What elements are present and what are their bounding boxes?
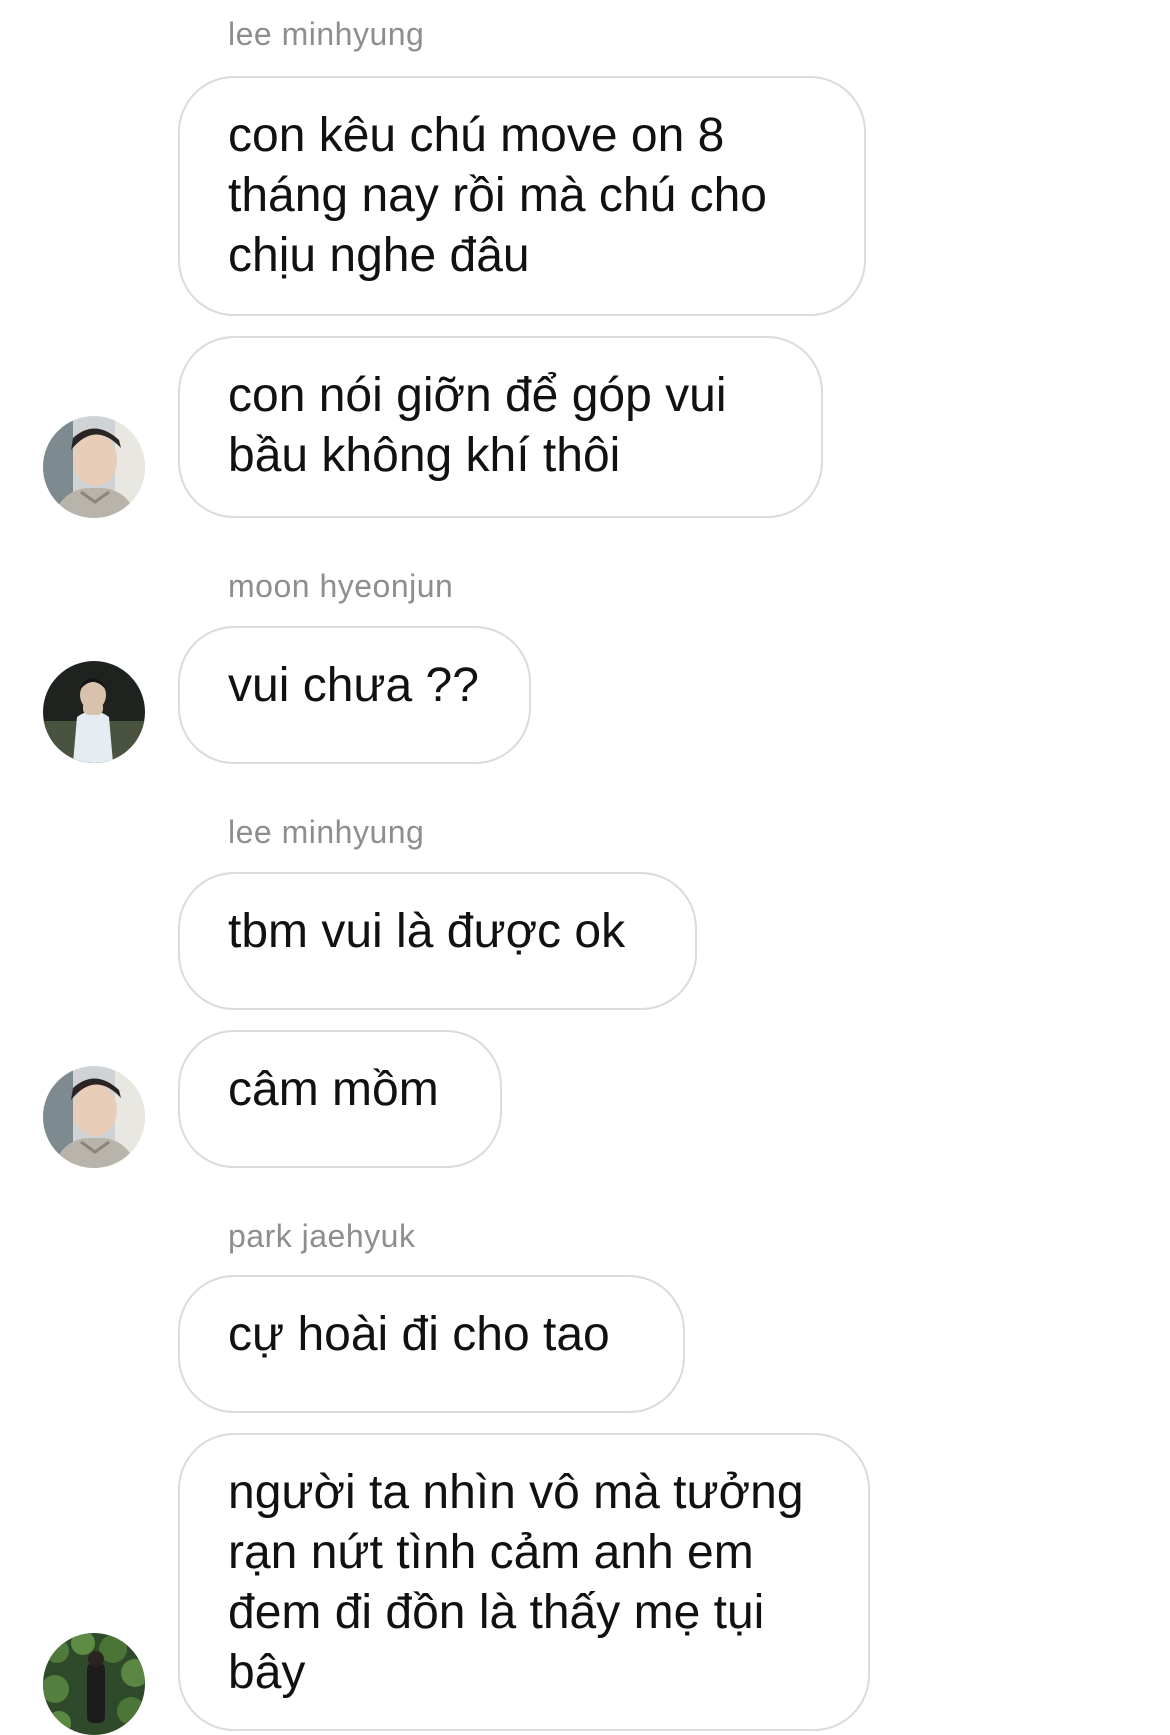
sender-name-lee-minhyung: lee minhyung — [228, 814, 425, 850]
message-bubble[interactable]: con nói giỡn để góp vui bầu không khí th… — [178, 336, 823, 518]
avatar-park-jaehyuk[interactable] — [43, 1633, 145, 1735]
sender-name-lee-minhyung: lee minhyung — [228, 16, 425, 52]
message-bubble[interactable]: người ta nhìn vô mà tưởng rạn nứt tình c… — [178, 1433, 870, 1731]
message-bubble[interactable]: cự hoài đi cho tao — [178, 1275, 685, 1413]
message-bubble[interactable]: con kêu chú move on 8 tháng nay rồi mà c… — [178, 76, 866, 316]
avatar-moon-hyeonjun[interactable] — [43, 661, 145, 763]
avatar-lee-minhyung[interactable] — [43, 1066, 145, 1168]
avatar-lee-minhyung[interactable] — [43, 416, 145, 518]
message-bubble[interactable]: tbm vui là được ok — [178, 872, 697, 1010]
sender-name-park-jaehyuk: park jaehyuk — [228, 1218, 416, 1254]
message-bubble[interactable]: câm mồm — [178, 1030, 502, 1168]
message-bubble[interactable]: vui chưa ?? — [178, 626, 531, 764]
sender-name-moon-hyeonjun: moon hyeonjun — [228, 568, 454, 604]
